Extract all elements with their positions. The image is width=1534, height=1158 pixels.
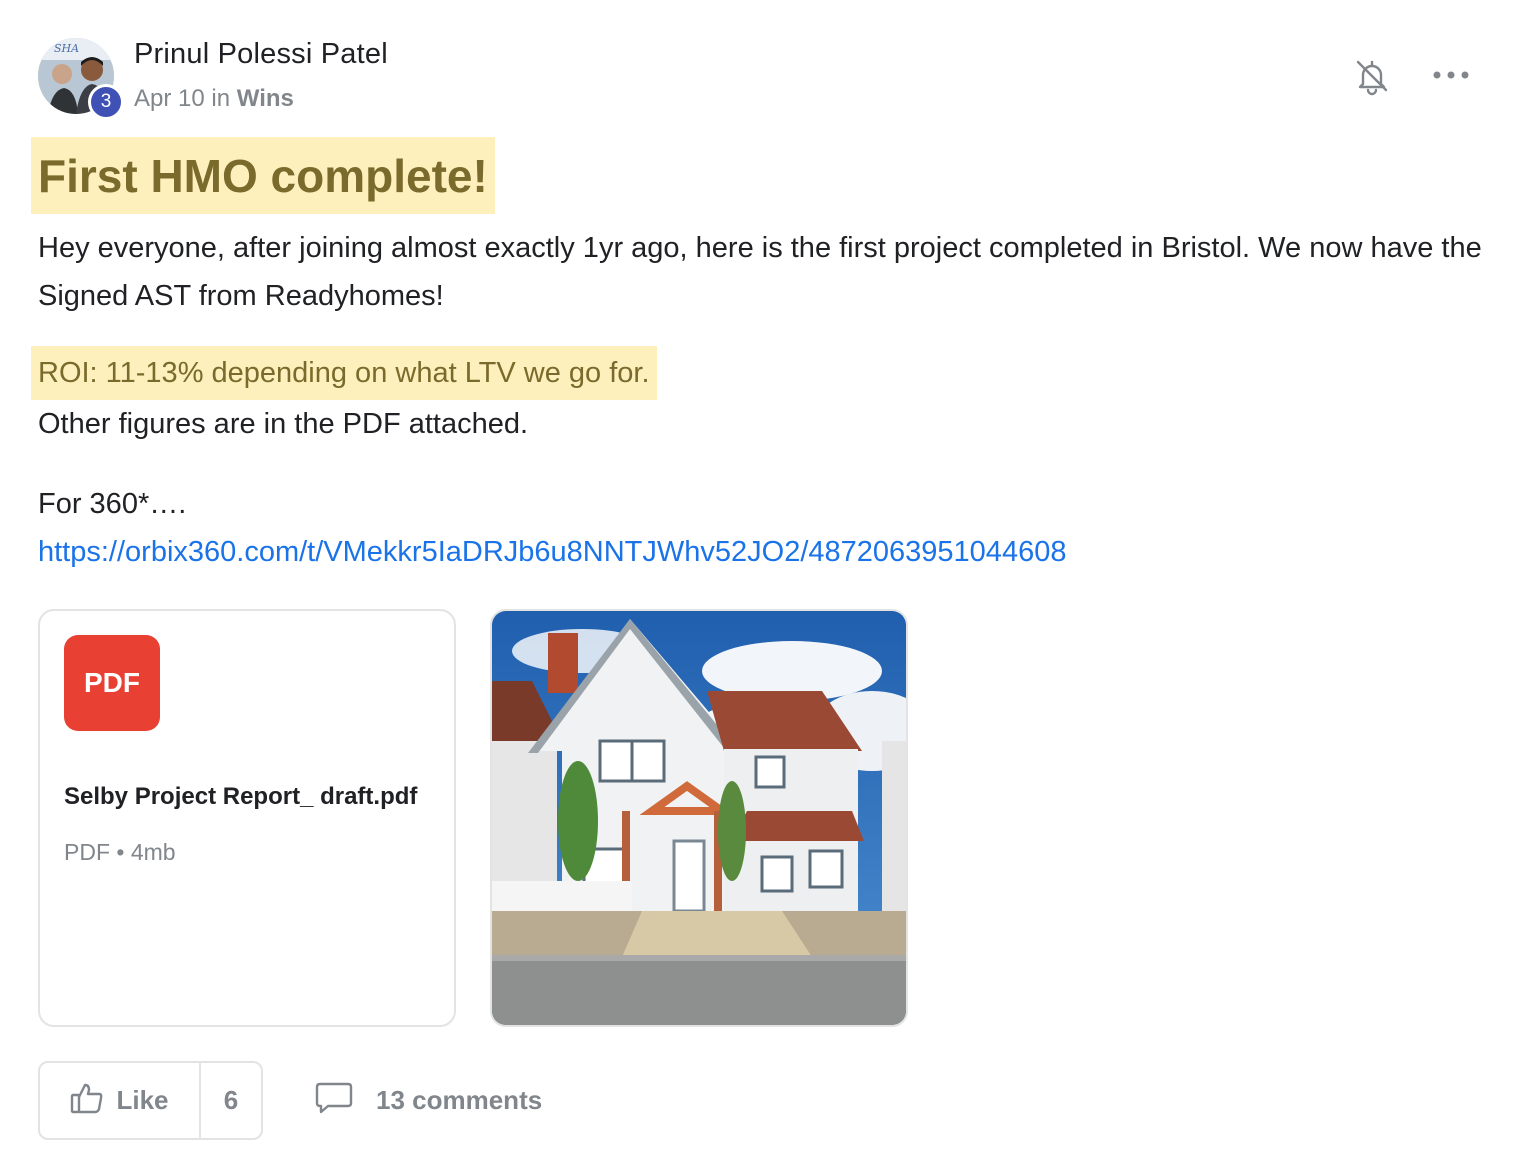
house-photo-attachment[interactable] bbox=[490, 609, 908, 1027]
post-category[interactable]: Wins bbox=[237, 85, 294, 112]
post-in-word: in bbox=[211, 85, 231, 112]
like-button[interactable]: Like bbox=[40, 1063, 201, 1138]
comment-icon bbox=[314, 1081, 354, 1120]
post-paragraph-1: Hey everyone, after joining almost exact… bbox=[38, 232, 1482, 312]
avatar-caption: SHA bbox=[54, 42, 79, 55]
thumbs-up-icon bbox=[70, 1082, 104, 1119]
post-paragraph-3: For 360*…. bbox=[38, 488, 187, 520]
post-meta: Apr 10 in Wins bbox=[134, 85, 294, 113]
level-badge: 3 bbox=[88, 84, 124, 120]
post-title: First HMO complete! bbox=[31, 137, 495, 214]
author-name[interactable]: Prinul Polessi Patel bbox=[134, 38, 388, 71]
more-horizontal-icon[interactable] bbox=[1431, 60, 1471, 90]
pdf-attachment-card[interactable]: PDF Selby Project Report_ draft.pdf PDF … bbox=[38, 609, 456, 1027]
pdf-file-meta: PDF • 4mb bbox=[64, 839, 176, 865]
pdf-icon: PDF bbox=[64, 635, 160, 731]
like-count[interactable]: 6 bbox=[201, 1063, 261, 1138]
like-label: Like bbox=[116, 1085, 169, 1115]
like-group: Like 6 bbox=[38, 1061, 263, 1140]
bell-off-icon[interactable] bbox=[1352, 56, 1392, 96]
post-date[interactable]: Apr 10 bbox=[134, 85, 205, 112]
pdf-file-name: Selby Project Report_ draft.pdf bbox=[64, 783, 418, 810]
roi-highlight: ROI: 11-13% depending on what LTV we go … bbox=[31, 346, 657, 400]
comments-label: 13 comments bbox=[376, 1084, 543, 1115]
tour-360-link[interactable]: https://orbix360.com/t/VMekkr5IaDRJb6u8N… bbox=[38, 528, 1066, 576]
author-avatar[interactable]: SHA 3 bbox=[38, 38, 124, 120]
post-paragraph-2: Other figures are in the PDF attached. bbox=[38, 408, 529, 440]
comments-button[interactable]: 13 comments bbox=[314, 1078, 542, 1122]
